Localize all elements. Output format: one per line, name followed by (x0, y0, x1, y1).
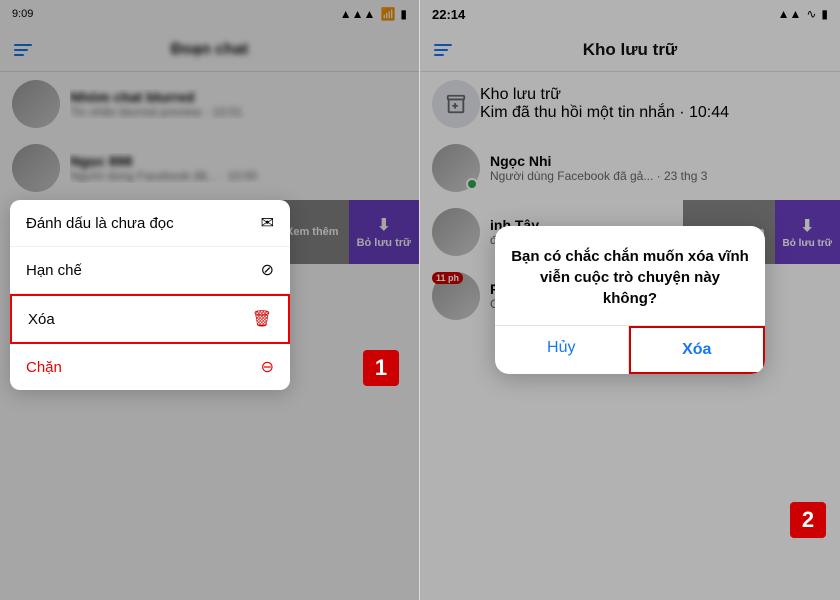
step2-badge: 2 (790, 502, 826, 538)
step1-badge: 1 (363, 350, 399, 386)
right-panel: 22:14 ▲▲ ∿ ▮ Kho lưu trữ Kho lưu trữ Kim… (420, 0, 840, 600)
context-menu: Đánh dấu là chưa đọc ✉ Hạn chế ⊘ Xóa 🗑 C… (10, 200, 290, 390)
envelope-icon: ✉ (261, 213, 274, 233)
menu-item-xoa[interactable]: Xóa 🗑 (10, 294, 290, 344)
danh-dau-label: Đánh dấu là chưa đọc (26, 215, 174, 232)
dialog-overlay: Bạn có chắc chắn muốn xóa vĩnh viễn cuộc… (420, 0, 840, 600)
dialog-buttons: Hủy Xóa (495, 325, 765, 374)
menu-item-chan[interactable]: Chặn ⊖ (10, 344, 290, 390)
chan-label: Chặn (26, 359, 62, 376)
xoa-label: Xóa (28, 311, 55, 328)
menu-item-danh-dau[interactable]: Đánh dấu là chưa đọc ✉ (10, 200, 290, 247)
han-che-label: Hạn chế (26, 262, 82, 279)
block-icon: ⊖ (261, 357, 274, 377)
menu-item-han-che[interactable]: Hạn chế ⊘ (10, 247, 290, 294)
confirm-dialog: Bạn có chắc chắn muốn xóa vĩnh viễn cuộc… (495, 226, 765, 374)
cancel-button[interactable]: Hủy (495, 326, 629, 374)
dialog-body: Bạn có chắc chắn muốn xóa vĩnh viễn cuộc… (495, 226, 765, 325)
restrict-icon: ⊘ (261, 260, 274, 280)
xoa-confirm-button[interactable]: Xóa (629, 326, 766, 374)
left-panel: 9:09 ▲▲▲ 📶 ▮ Đoạn chat Nhóm chat blurred… (0, 0, 420, 600)
trash-icon: 🗑 (252, 309, 272, 329)
dialog-message: Bạn có chắc chắn muốn xóa vĩnh viễn cuộc… (511, 246, 749, 309)
